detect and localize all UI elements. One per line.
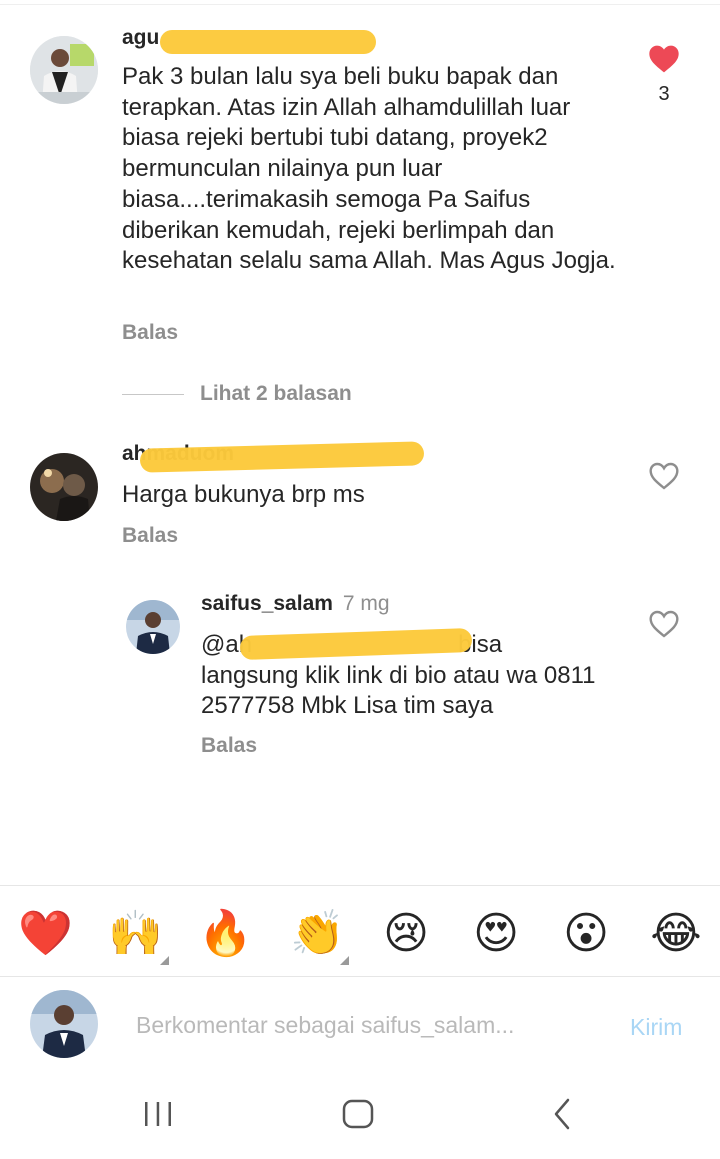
reply-button[interactable]: Balas (201, 734, 257, 758)
divider-line (122, 393, 184, 395)
emoji-quick-bar: ❤️ 🙌 🔥 👏 😢 😍 😮 😂 (0, 885, 720, 977)
recent-apps-icon[interactable] (142, 1096, 174, 1137)
avatar[interactable] (126, 600, 180, 654)
home-icon[interactable] (340, 1096, 376, 1137)
reply-button[interactable]: Balas (122, 524, 178, 548)
send-button[interactable]: Kirim (630, 1014, 682, 1041)
fire-emoji[interactable]: 🔥 (198, 908, 253, 960)
top-divider (0, 4, 720, 5)
heart-filled-icon[interactable] (648, 44, 680, 74)
heart-outline-icon[interactable] (648, 461, 680, 491)
avatar[interactable] (30, 453, 98, 521)
skin-tone-indicator (160, 956, 169, 965)
heart-eyes-emoji[interactable]: 😍 (470, 908, 522, 960)
comment-text: Pak 3 bulan lalu sya beli buku bapak dan… (122, 63, 616, 275)
view-replies-button[interactable]: Lihat 2 balasan (122, 382, 352, 406)
view-replies-label: Lihat 2 balasan (200, 382, 352, 405)
reply-timestamp: 7 mg (342, 592, 390, 615)
tears-of-joy-emoji[interactable]: 😂 (650, 908, 702, 960)
comment-input[interactable]: Berkomentar sebagai saifus_salam... (136, 1012, 514, 1039)
comment-composer: Berkomentar sebagai saifus_salam... Kiri… (0, 976, 720, 1076)
reply-button[interactable]: Balas (122, 321, 178, 345)
back-icon[interactable] (548, 1096, 576, 1137)
like-count: 3 (658, 83, 670, 105)
redaction-mark (160, 30, 376, 54)
raised-hands-emoji[interactable]: 🙌 (108, 908, 163, 960)
reply-username[interactable]: saifus_salam (201, 592, 333, 615)
comment-text: Harga bukunya brp ms (122, 481, 365, 508)
heart-emoji[interactable]: ❤️ (18, 908, 73, 960)
crying-face-emoji[interactable]: 😢 (380, 908, 432, 960)
avatar[interactable] (30, 36, 98, 104)
reply-username-row: saifus_salam 7 mg (201, 592, 390, 616)
reply-text-body: langsung klik link di bio atau wa 0811 2… (201, 661, 596, 720)
comment-username[interactable]: agu (122, 26, 159, 50)
clapping-hands-emoji[interactable]: 👏 (290, 908, 345, 960)
surprised-face-emoji[interactable]: 😮 (560, 908, 612, 960)
heart-outline-icon[interactable] (648, 609, 680, 639)
skin-tone-indicator (340, 956, 349, 965)
system-navigation-bar (0, 1076, 720, 1159)
avatar (30, 990, 98, 1058)
